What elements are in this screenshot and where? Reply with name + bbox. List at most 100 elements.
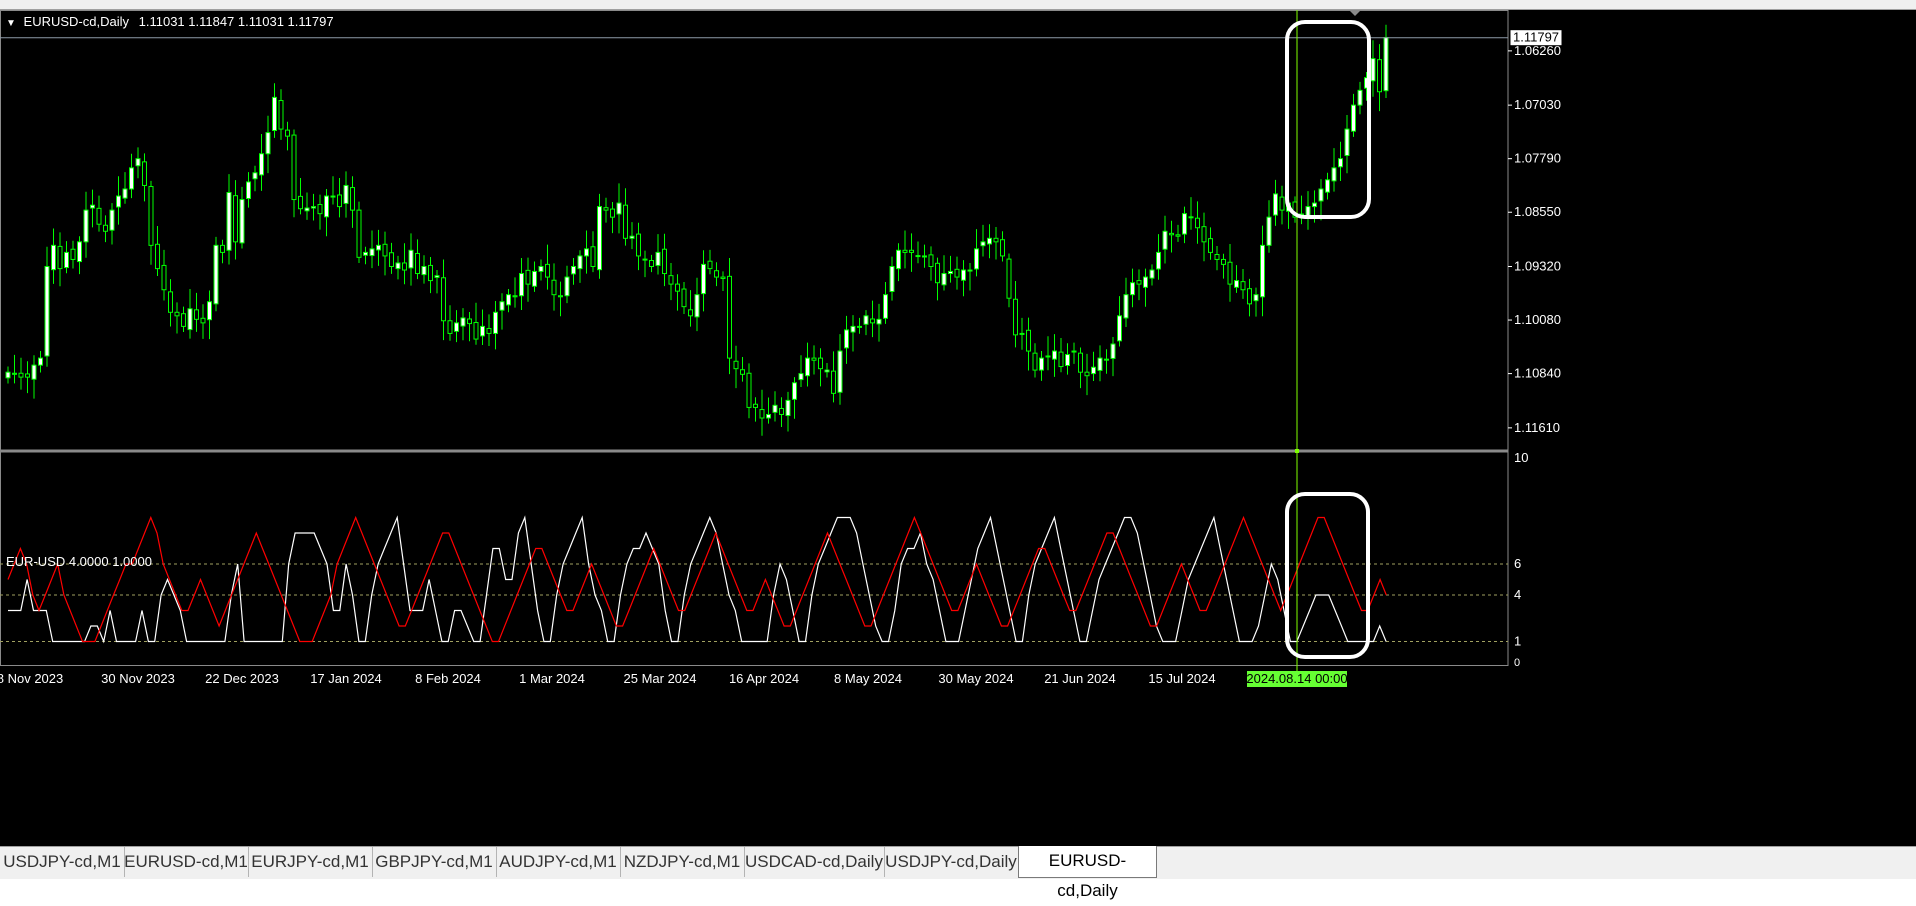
chart-tab[interactable]: AUDJPY-cd,M1 (496, 847, 621, 877)
candle-body (1208, 238, 1213, 253)
candle-body (1039, 357, 1044, 371)
candle-body (629, 235, 635, 239)
chart-tab[interactable]: NZDJPY-cd,M1 (620, 847, 745, 877)
candle-body (259, 153, 264, 176)
candle-body (1195, 217, 1200, 229)
candle-body (1188, 216, 1194, 219)
candle-body (343, 184, 349, 204)
candle-body (662, 248, 667, 275)
candle-body (1351, 104, 1356, 132)
candle-body (1273, 193, 1278, 216)
candle-body (298, 195, 303, 210)
candle-body (1045, 355, 1051, 358)
candle-body (1266, 216, 1272, 246)
candle-body (148, 186, 154, 246)
candle-body (363, 251, 368, 256)
candle-body (226, 192, 232, 251)
chart-tab[interactable]: EURUSD-cd,M1 (124, 847, 249, 877)
chart-tab[interactable]: USDCAD-cd,Daily (744, 847, 885, 877)
candle-body (792, 382, 797, 400)
candle-body (655, 251, 661, 266)
date-axis-label: 30 May 2024 (938, 671, 1013, 686)
candle-body (389, 252, 394, 267)
date-axis-label: 16 Apr 2024 (729, 671, 799, 686)
date-axis-label: 1 Mar 2024 (519, 671, 585, 686)
chart-shift-marker-icon[interactable] (1349, 10, 1361, 16)
candle-body (51, 244, 56, 271)
candle-body (649, 260, 654, 267)
candle-body (1032, 352, 1038, 371)
candle-body (623, 204, 628, 239)
candle-body (252, 172, 258, 180)
chart-ohlc-values: 1.11031 1.11847 1.11031 1.11797 (138, 14, 334, 29)
chart-tab[interactable]: USDJPY-cd,Daily (884, 847, 1019, 877)
candle-body (317, 203, 323, 215)
date-axis-label: 22 Dec 2023 (205, 671, 279, 686)
candle-body (948, 270, 953, 275)
candle-body (421, 265, 427, 276)
candle-body (265, 132, 271, 155)
date-axis-label: 15 Jul 2024 (1148, 671, 1215, 686)
candle-body (1318, 188, 1324, 202)
candle-body (720, 276, 726, 279)
chart-tab[interactable]: GBPJPY-cd,M1 (372, 847, 497, 877)
candle-body (759, 409, 765, 419)
price-chart-svg[interactable]: 1.11610 1.10840 1.10080 1.09320 1.08550 1.077… (0, 10, 1916, 846)
candle-body (90, 204, 95, 209)
collapse-triangle-icon[interactable]: ▼ (6, 18, 16, 29)
candle-body (434, 275, 440, 278)
candle-body (44, 265, 50, 357)
candle-body (473, 322, 479, 340)
candle-body (1130, 282, 1135, 296)
candle-body (116, 195, 121, 208)
candle-body (850, 325, 856, 333)
candle-body (746, 372, 752, 408)
date-axis-label: 25 Mar 2024 (624, 671, 697, 686)
crosshair-handle[interactable] (1295, 449, 1299, 453)
candle-body (486, 328, 492, 334)
candle-body (480, 325, 485, 337)
candle-body (1201, 226, 1207, 243)
indicator-axis-label-4: 4 (1514, 587, 1521, 602)
candle-body (350, 187, 355, 211)
candle-body (31, 364, 37, 380)
candle-body (974, 248, 979, 270)
candle-body (922, 255, 927, 258)
candle-body (5, 371, 11, 379)
candle-body (779, 407, 784, 415)
price-axis-label: 1.10840 (1514, 366, 1561, 381)
candle-body (187, 308, 193, 331)
candle-body (1026, 329, 1031, 352)
candle-body (584, 248, 589, 257)
candle-body (356, 209, 362, 258)
chart-tab[interactable]: EURUSD-cd,Daily (1018, 846, 1157, 900)
candle-body (460, 317, 466, 327)
date-axis-label: 17 Jan 2024 (310, 671, 382, 686)
candle-body (896, 249, 901, 270)
chart-tab[interactable]: EURJPY-cd,M1 (248, 847, 373, 877)
candle-body (415, 252, 420, 275)
candle-body (863, 315, 869, 325)
candle-body (935, 262, 940, 284)
candle-body (64, 251, 69, 269)
candle-body (551, 279, 557, 296)
candle-body (239, 199, 245, 244)
candle-body (454, 322, 459, 332)
indicator-axis-label-10: 10 (1514, 450, 1528, 465)
candle-body (1357, 89, 1363, 106)
candle-body (740, 369, 745, 375)
candle-body (402, 262, 407, 271)
chart-window[interactable]: 1.11610 1.10840 1.10080 1.09320 1.08550 1.077… (0, 10, 1916, 846)
chart-tab-bar: USDJPY-cd,M1 EURUSD-cd,M1 EURJPY-cd,M1 GBPJ… (0, 846, 1916, 900)
chart-tab[interactable]: USDJPY-cd,M1 (0, 847, 125, 877)
indicator-label: EUR-USD 4.0000 1.0000 (6, 554, 152, 569)
candle-body (571, 265, 576, 275)
candle-body (330, 195, 336, 198)
candle-body (597, 206, 602, 271)
date-axis-label: 8 Nov 2023 (0, 671, 63, 686)
candle-body (993, 237, 999, 243)
candle-body (1247, 288, 1252, 305)
candle-body (1156, 251, 1161, 270)
candle-body (954, 268, 960, 278)
candle-body (168, 291, 173, 313)
